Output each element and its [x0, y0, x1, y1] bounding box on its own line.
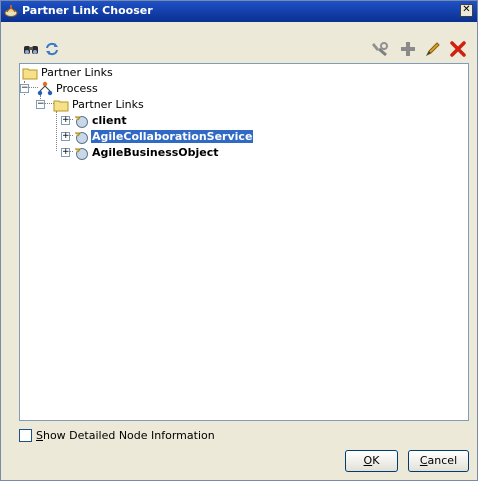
tree-node-partner-link[interactable]: + AgileBusinessObject — [61, 145, 281, 161]
process-icon — [37, 81, 53, 96]
expand-toggle[interactable]: + — [61, 132, 70, 141]
partner-link-icon — [75, 116, 88, 128]
tree-node-label: Partner Links — [41, 66, 113, 79]
title-bar[interactable]: Partner Link Chooser ✕ — [1, 1, 477, 22]
wrench-icon[interactable] — [371, 40, 389, 58]
cancel-button[interactable]: Cancel — [408, 450, 469, 472]
close-button[interactable]: ✕ — [460, 4, 473, 17]
refresh-icon[interactable] — [43, 40, 61, 58]
expand-toggle[interactable]: + — [61, 148, 70, 157]
folder-icon — [53, 100, 69, 112]
tree-node-label: client — [92, 114, 127, 127]
show-detailed-label: Show Detailed Node Information — [36, 429, 215, 442]
label-text: how Detailed Node Information — [42, 429, 215, 442]
close-icon: ✕ — [462, 4, 471, 15]
partner-link-icon — [75, 132, 88, 144]
mnemonic-letter: O — [363, 454, 373, 467]
collapse-toggle[interactable]: − — [36, 100, 45, 109]
button-label: ancel — [427, 454, 458, 467]
partner-link-icon — [75, 148, 88, 160]
collapse-toggle[interactable]: − — [20, 84, 29, 93]
ok-button[interactable]: OK — [345, 450, 398, 472]
tree-node-partner-link[interactable]: + client — [61, 113, 261, 129]
tree-node-process[interactable]: − Process — [20, 81, 160, 97]
partner-link-chooser-dialog: Partner Link Chooser ✕ Partner Links − P… — [0, 0, 478, 481]
add-icon[interactable] — [399, 40, 417, 58]
edit-pencil-icon[interactable] — [424, 40, 442, 58]
tree-node-label: Partner Links — [72, 98, 144, 111]
partner-link-tree[interactable]: Partner Links − Process − Partner Links … — [19, 63, 469, 421]
tree-node-label: AgileCollaborationService — [91, 130, 254, 143]
show-detailed-checkbox[interactable] — [19, 429, 32, 442]
tree-node-partner-links-group[interactable]: − Partner Links — [36, 97, 196, 113]
tree-connector — [56, 111, 57, 151]
button-label: K — [372, 454, 380, 467]
mnemonic-letter: S — [36, 429, 43, 442]
delete-x-icon[interactable] — [449, 40, 467, 58]
tree-node-partner-link[interactable]: + AgileCollaborationService — [61, 129, 291, 145]
folder-icon — [22, 68, 38, 80]
binoculars-icon[interactable] — [22, 40, 40, 58]
window-title: Partner Link Chooser — [22, 4, 153, 17]
tree-node-label: Process — [56, 82, 98, 95]
tree-node-root[interactable]: Partner Links — [22, 65, 162, 81]
tree-node-label: AgileBusinessObject — [92, 146, 219, 159]
expand-toggle[interactable]: + — [61, 116, 70, 125]
app-icon — [4, 5, 18, 17]
mnemonic-letter: C — [419, 454, 428, 467]
